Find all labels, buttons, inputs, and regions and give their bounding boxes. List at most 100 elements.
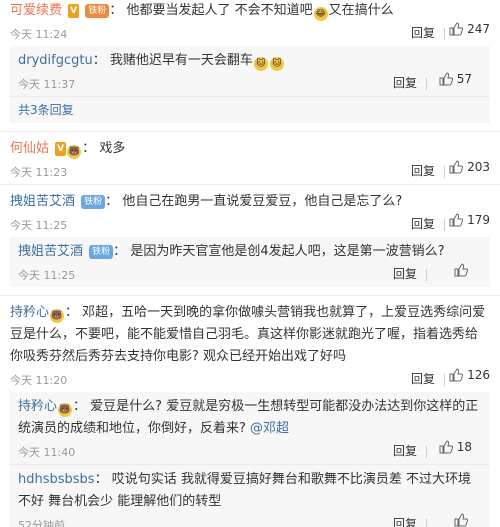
comment-body: 可爱续费 V 铁粉： 他都要当发起人了 不会不知道吧 😂 又在搞什么 <box>10 3 394 21</box>
comment-time: 今天 11:25 <box>10 219 68 232</box>
reply-meta: 52分钟前 回复 <box>18 513 482 527</box>
thumbs-up-icon <box>449 368 464 382</box>
like-count: 203 <box>467 160 490 174</box>
thumbs-up-icon <box>454 513 468 527</box>
view-more-replies-link[interactable]: 共3条回复 <box>10 96 490 123</box>
reply-meta: 今天 11:25 回复 <box>18 263 482 287</box>
meta-divider <box>426 78 427 90</box>
like-button[interactable]: 126 <box>449 368 490 382</box>
comment-item: 何仙姑 V 🐻： 戏多 今天 11:23 回复 203 <box>0 132 500 184</box>
reply-text: 我赌他迟早有一天会翻车 <box>109 53 253 68</box>
meta-divider <box>426 269 427 281</box>
reply-button[interactable]: 回复 <box>411 215 435 232</box>
fan-badge: 铁粉 <box>85 4 110 18</box>
comment-text: 邓超，五哈一天到晚的拿你做噱头营销我也就算了，上爱豆选秀综问爱豆是什么，不要吧，… <box>10 305 486 364</box>
mention-link[interactable]: @邓超 <box>250 421 289 436</box>
like-count: 179 <box>467 213 490 227</box>
comment-username[interactable]: 可爱续费 <box>10 3 62 18</box>
comment-text: 他自己在跑男一直说爱豆爱豆，他自己是忘了么? <box>122 194 403 209</box>
reply-username[interactable]: drydifgcgtu <box>18 53 93 68</box>
thumbs-up-icon <box>449 22 464 36</box>
comment-username[interactable]: 拽姐苦艾酒 <box>10 194 75 209</box>
reply-text: 是因为昨天官宣他是创4发起人吧，这是第一波营销么? <box>130 244 445 259</box>
reply-button[interactable]: 回复 <box>411 370 435 387</box>
reply-body: 拽姐苦艾酒 铁粉： 是因为昨天官宣他是创4发起人吧，这是第一波营销么? <box>18 244 445 259</box>
reply-item: 拽姐苦艾酒 铁粉： 是因为昨天官宣他是创4发起人吧，这是第一波营销么? 今天 1… <box>10 237 490 287</box>
like-button[interactable]: 179 <box>449 213 490 227</box>
reply-text: 爱豆是什么? 爱豆就是穷极一生想转型可能都没办法达到你这样的正统演员的成绩和地位… <box>18 399 479 436</box>
comment-item: 拽姐苦艾酒 铁粉： 他自己在跑男一直说爱豆爱豆，他自己是忘了么? 今天 11:2… <box>0 185 500 295</box>
reply-time: 今天 11:40 <box>18 446 76 459</box>
like-count: 247 <box>467 22 490 36</box>
face-emoji-icon: 🐱 <box>269 57 284 71</box>
meta-divider <box>426 446 427 458</box>
reply-username[interactable]: 拽姐苦艾酒 <box>18 244 83 259</box>
comment-time: 今天 11:24 <box>10 28 68 41</box>
meta-divider <box>426 519 427 527</box>
thumbs-up-icon <box>449 160 464 174</box>
like-count: 57 <box>456 72 472 86</box>
comment-item: 持矜心 🐻： 邓超，五哈一天到晚的拿你做噱头营销我也就算了，上爱豆选秀综问爱豆是什… <box>0 296 500 527</box>
reply-time: 今天 11:25 <box>18 269 76 282</box>
reply-item: hdhsbsbsbs： 哎说句实话 我就得爱豆搞好舞台和歌舞不比演员差 不过大环… <box>10 464 490 527</box>
meta-divider <box>444 166 445 178</box>
like-count: 18 <box>456 440 472 454</box>
comment-username[interactable]: 持矜心 <box>10 305 49 320</box>
avatar-emoji-icon: 🐻 <box>50 309 65 323</box>
reply-time: 今天 11:37 <box>18 78 76 91</box>
like-button[interactable]: 18 <box>439 440 472 454</box>
meta-divider <box>444 28 445 40</box>
face-emoji-icon: 🐱 <box>253 57 268 71</box>
reply-username[interactable]: hdhsbsbsbs <box>18 472 95 487</box>
thumbs-up-icon <box>439 72 453 86</box>
verified-badge-icon: V <box>68 4 80 18</box>
reply-button[interactable]: 回复 <box>393 442 417 459</box>
avatar-emoji-icon: 🐻 <box>58 403 73 417</box>
reply-meta: 今天 11:37 回复 57 <box>18 72 482 96</box>
comment-meta: 今天 11:25 回复 179 <box>10 213 500 237</box>
like-button[interactable]: 57 <box>439 72 472 86</box>
comment-time: 今天 11:20 <box>10 374 68 387</box>
thumbs-up-icon <box>439 440 453 454</box>
comment-text: 戏多 <box>99 141 126 156</box>
like-button[interactable] <box>454 513 472 527</box>
comment-time: 今天 11:23 <box>10 166 68 179</box>
reply-time: 52分钟前 <box>18 519 65 527</box>
meta-divider <box>444 219 445 231</box>
thumbs-up-icon <box>449 213 464 227</box>
fan-badge: 铁粉 <box>81 195 106 209</box>
like-count: 126 <box>467 368 490 382</box>
verified-badge-icon: V <box>55 142 67 156</box>
comment-feed: 可爱续费 V 铁粉： 他都要当发起人了 不会不知道吧 😂 又在搞什么 今天 11:2… <box>0 0 500 527</box>
reply-body: 持矜心 🐻： 爱豆是什么? 爱豆就是穷极一生想转型可能都没办法达到你这样的正统演员… <box>18 399 479 436</box>
reply-button[interactable]: 回复 <box>393 515 417 527</box>
laugh-emoji-icon: 😂 <box>313 7 328 21</box>
fan-badge: 铁粉 <box>89 245 114 259</box>
meta-divider <box>444 374 445 386</box>
comment-body: 何仙姑 V 🐻： 戏多 <box>10 141 126 159</box>
comment-body: 持矜心 🐻： 邓超，五哈一天到晚的拿你做噱头营销我也就算了，上爱豆选秀综问爱豆是什… <box>10 305 486 364</box>
comment-username[interactable]: 何仙姑 <box>10 141 49 156</box>
comment-meta: 今天 11:24 回复 247 <box>10 22 500 46</box>
reply-button[interactable]: 回复 <box>393 74 417 91</box>
like-button[interactable]: 247 <box>449 22 490 36</box>
reply-body: hdhsbsbsbs： 哎说句实话 我就得爱豆搞好舞台和歌舞不比演员差 不过大环… <box>18 472 471 509</box>
reply-username[interactable]: 持矜心 <box>18 399 57 414</box>
comment-meta: 今天 11:23 回复 203 <box>10 160 500 184</box>
avatar-emoji-icon: 🐻 <box>67 145 82 159</box>
comment-meta: 今天 11:20 回复 126 <box>10 368 500 392</box>
comment-body: 拽姐苦艾酒 铁粉： 他自己在跑男一直说爱豆爱豆，他自己是忘了么? <box>10 194 403 209</box>
reply-button[interactable]: 回复 <box>411 24 435 41</box>
thumbs-up-icon <box>454 263 468 277</box>
like-button[interactable]: 203 <box>449 160 490 174</box>
reply-button[interactable]: 回复 <box>393 265 417 282</box>
reply-body: drydifgcgtu： 我赌他迟早有一天会翻车 🐱 🐱 <box>18 50 482 72</box>
reply-meta: 今天 11:40 回复 18 <box>18 440 482 464</box>
like-button[interactable] <box>454 263 472 277</box>
reply-item: drydifgcgtu： 我赌他迟早有一天会翻车 🐱 🐱 今天 11:37 回复 5… <box>10 46 490 96</box>
comment-text-tail: 又在搞什么 <box>328 3 394 18</box>
comment-item: 可爱续费 V 铁粉： 他都要当发起人了 不会不知道吧 😂 又在搞什么 今天 11:2… <box>0 0 500 131</box>
reply-button[interactable]: 回复 <box>411 162 435 179</box>
comment-text: 他都要当发起人了 不会不知道吧 <box>126 3 313 18</box>
reply-item: 持矜心 🐻： 爱豆是什么? 爱豆就是穷极一生想转型可能都没办法达到你这样的正统演员… <box>10 392 490 464</box>
